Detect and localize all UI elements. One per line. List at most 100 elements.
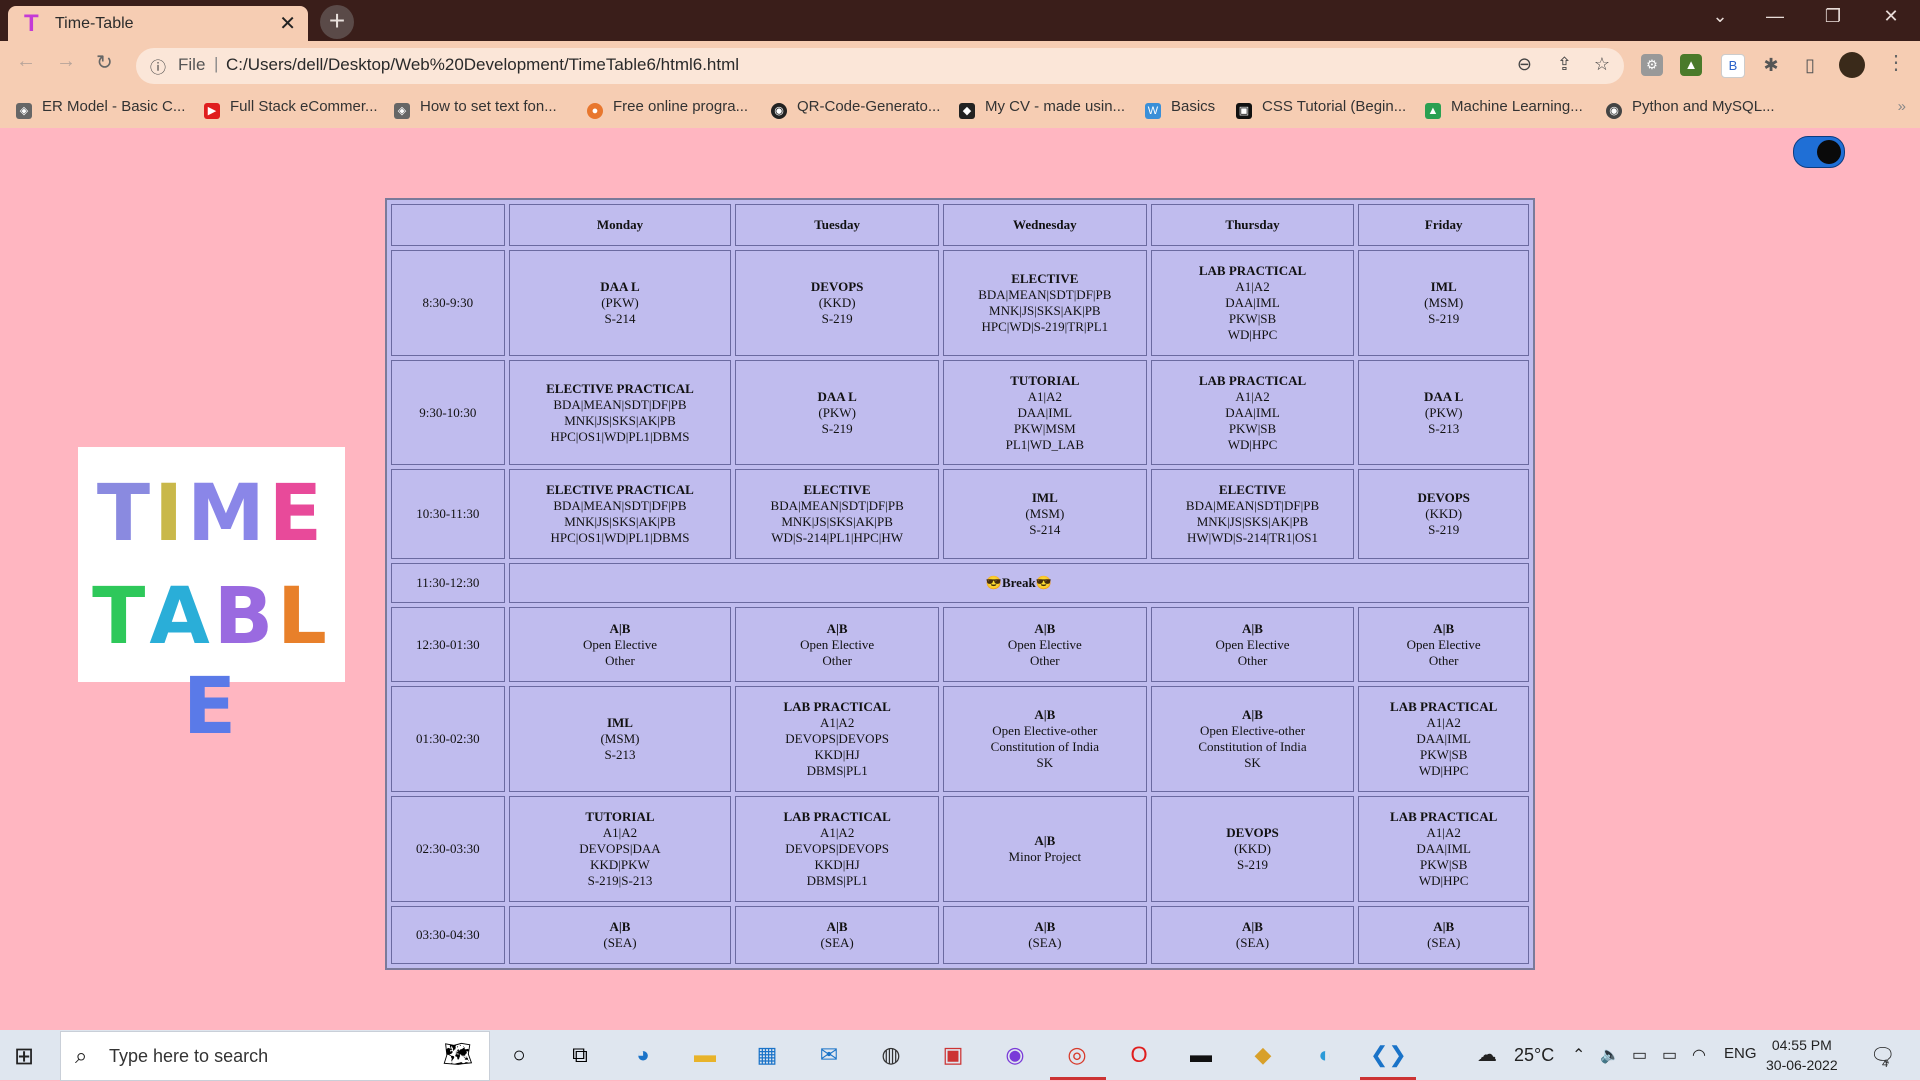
timetable-row: 01:30-02:30 IML (MSM) S-213 LAB PRACTICAL A1|… (391, 686, 1529, 792)
bookmarks-more-button[interactable]: » (1898, 98, 1906, 115)
bookmark-item[interactable]: ▶ Full Stack eCommer... (204, 98, 378, 120)
subject-detail: Open Elective (1007, 636, 1082, 652)
timetable-row: 02:30-03:30 TUTORIAL A1|A2 DEVOPS|DAA KKD|PK… (391, 796, 1529, 902)
clock-time: 04:55 PM (1771, 1037, 1832, 1053)
time-slot: 12:30-01:30 (391, 607, 505, 682)
puzzle-extensions-icon[interactable]: ✱ (1760, 54, 1782, 76)
close-icon[interactable]: ✕ (279, 11, 296, 36)
subject-detail: Other (822, 652, 852, 668)
task-view-icon[interactable]: ⧉ (563, 1038, 597, 1072)
mail-icon[interactable]: ✉ (812, 1038, 846, 1072)
subject-title: LAB PRACTICAL (1390, 699, 1498, 714)
tab-search-chevron-icon[interactable]: ⌄ (1695, 6, 1745, 27)
vscode-icon[interactable]: ❮❯ (1370, 1038, 1407, 1072)
docker-icon[interactable]: ◐ (1308, 1038, 1342, 1072)
terminal-icon[interactable]: ▬ (1184, 1038, 1218, 1072)
timetable-header-row: Monday Tuesday Wednesday Thursday Friday (391, 204, 1529, 246)
html-extension-icon[interactable]: ▲ (1680, 54, 1702, 76)
forward-arrow-icon[interactable]: → (56, 50, 76, 73)
wifi-icon[interactable]: ◠ (1692, 1045, 1706, 1065)
bookmark-item[interactable]: ▣ CSS Tutorial (Begin... (1236, 98, 1406, 120)
timetable-row: 03:30-04:30 A|B (SEA) A|B (SEA) A|B (SEA) A|B (S… (391, 906, 1529, 964)
taskbar-search[interactable]: ⌕ Type here to search 🗺 (60, 1031, 490, 1081)
subject-title: DAA L (600, 279, 640, 294)
subject-detail: A1|A2 (1426, 715, 1461, 730)
subject-detail: Constitution of India (1198, 739, 1307, 754)
windows-taskbar: ⊞ ⌕ Type here to search 🗺 ○ ⧉ ◕ ▬ ▦ ✉ ◍ … (0, 1030, 1920, 1081)
bookmark-item[interactable]: ◆ My CV - made usin... (959, 98, 1125, 120)
volume-icon[interactable]: 🔈 (1600, 1045, 1620, 1065)
subject-title: LAB PRACTICAL (783, 699, 891, 714)
subject-detail: S-219|S-213 (587, 873, 653, 888)
theme-toggle[interactable] (1793, 136, 1845, 168)
subject-title: A|B (1034, 620, 1056, 636)
subject-detail: Other (1237, 652, 1268, 668)
browser-tab[interactable]: T Time-Table ✕ (8, 6, 308, 41)
clock[interactable]: 04:55 PM 30-06-2022 (1766, 1035, 1838, 1075)
subject-detail: WD|HPC (1418, 873, 1469, 888)
class-cell-wednesday: TUTORIAL A1|A2 DAA|IML PKW|MSM PL1|WD_LAB (942, 360, 1147, 465)
address-bar[interactable]: ⓘ File | C:/Users/dell/Desktop/Web%20Dev… (136, 48, 1624, 84)
google-drive-icon: ▲ (1425, 103, 1441, 119)
profile-avatar[interactable] (1839, 52, 1865, 78)
intellij-icon[interactable]: ▣ (936, 1038, 970, 1072)
close-window-button[interactable]: ✕ (1866, 6, 1916, 27)
subject-title: ELECTIVE (1011, 271, 1079, 286)
bookmark-star-icon[interactable]: ☆ (1594, 54, 1610, 75)
logo-line-table: TABLE (92, 572, 331, 752)
bookmark-item[interactable]: ◈ ER Model - Basic C... (16, 98, 185, 120)
subject-title: DAA L (817, 388, 857, 404)
address-url[interactable]: C:/Users/dell/Desktop/Web%20Development/… (226, 55, 739, 75)
git-icon[interactable]: ◆ (1246, 1038, 1280, 1072)
cortana-icon[interactable]: ○ (502, 1038, 536, 1072)
class-cell-friday: DAA L (PKW) S-213 (1358, 360, 1529, 465)
bookmark-item[interactable]: ◉ Python and MySQL... (1606, 98, 1775, 120)
reload-icon[interactable]: ↻ (96, 50, 113, 75)
subject-title: A|B (1034, 919, 1056, 934)
edge-icon[interactable]: ◕ (626, 1038, 660, 1072)
battery-icon[interactable]: ▭ (1662, 1045, 1677, 1065)
subject-detail: WD|HPC (1227, 436, 1278, 452)
bookmark-item[interactable]: ● Free online progra... (587, 98, 748, 120)
subject-title: A|B (1242, 620, 1263, 636)
share-icon[interactable]: ⇪ (1557, 54, 1572, 75)
bookmark-favicon-icon: ◈ (394, 103, 410, 119)
bookmark-item[interactable]: W Basics (1145, 98, 1215, 120)
class-cell-friday: A|B Open Elective Other (1358, 607, 1529, 682)
file-explorer-icon[interactable]: ▬ (688, 1038, 722, 1072)
subject-detail: KKD|PKW (590, 857, 650, 872)
zoom-icon[interactable]: ⊖ (1517, 54, 1532, 75)
back-arrow-icon[interactable]: ← (16, 50, 36, 73)
bookmark-item[interactable]: ◈ How to set text fon... (394, 98, 557, 120)
subject-detail: PL1|WD_LAB (1005, 436, 1085, 452)
bookmark-item[interactable]: ▲ Machine Learning... (1425, 98, 1583, 120)
device-icon[interactable]: ▭ (1632, 1045, 1647, 1065)
restore-button[interactable]: ❐ (1808, 6, 1858, 27)
info-icon[interactable]: ⓘ (150, 54, 166, 78)
clock-date: 30-06-2022 (1766, 1057, 1838, 1073)
search-highlight-icon: 🗺 (442, 1041, 473, 1068)
header-tuesday: Tuesday (735, 204, 939, 246)
language-indicator[interactable]: ENG (1724, 1045, 1757, 1062)
bookmark-item[interactable]: ◉ QR-Code-Generato... (771, 98, 940, 120)
weather-temp[interactable]: 25°C (1514, 1045, 1554, 1066)
windows-start-icon[interactable]: ⊞ (14, 1042, 34, 1071)
class-cell-tuesday: A|B (SEA) (735, 906, 939, 964)
new-tab-button[interactable]: + (320, 5, 354, 39)
opera-icon[interactable]: O (1122, 1038, 1156, 1072)
store-icon[interactable]: ▦ (750, 1038, 784, 1072)
weather-icon[interactable]: ☁ (1477, 1042, 1497, 1067)
subject-detail: S-213 (604, 747, 636, 762)
github-desktop-icon[interactable]: ◉ (998, 1038, 1032, 1072)
bookmark-favicon-icon: ◉ (1606, 103, 1622, 119)
minimize-button[interactable]: — (1750, 6, 1800, 27)
chrome-icon[interactable]: ◎ (1060, 1038, 1094, 1072)
bootstrap-extension-icon[interactable]: B (1721, 54, 1745, 78)
subject-detail: WD|S-214|PL1|HPC|HW (771, 530, 904, 545)
menu-kebab-icon[interactable]: ⋮ (1886, 50, 1906, 75)
side-panel-icon[interactable]: ▯ (1799, 54, 1821, 76)
chevron-up-icon[interactable]: ⌃ (1572, 1045, 1585, 1065)
bookmarks-bar: ◈ ER Model - Basic C... ▶ Full Stack eComm… (0, 90, 1920, 128)
extension-icon[interactable]: ⚙ (1641, 54, 1663, 76)
obs-icon[interactable]: ◍ (874, 1038, 908, 1072)
